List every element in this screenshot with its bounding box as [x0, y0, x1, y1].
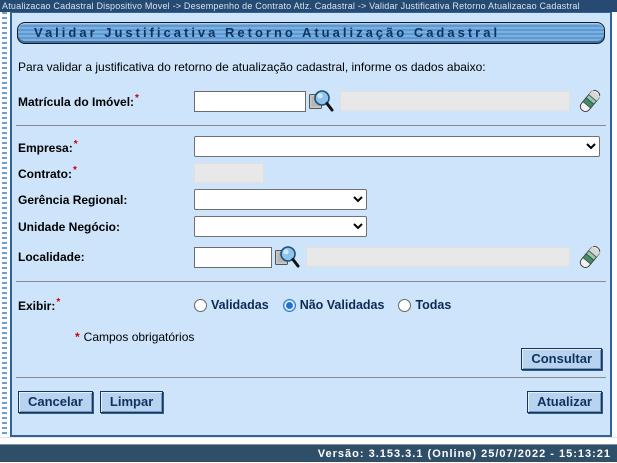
matricula-display-field [340, 91, 570, 111]
form-row-gerencia: Gerência Regional: [18, 189, 602, 210]
form-row-contrato: Contrato:* [18, 163, 602, 183]
matricula-input[interactable] [194, 91, 306, 112]
localidade-label-text: Localidade: [18, 250, 85, 264]
separator [16, 377, 606, 378]
form-row-exibir: Exibir:* Validadas Não Validadas Todas [18, 297, 602, 313]
gerencia-label-text: Gerência Regional: [18, 193, 127, 207]
instruction-text: Para validar a justificativa do retorno … [18, 60, 604, 74]
consultar-row: Consultar [18, 348, 602, 370]
contrato-label: Contrato:* [18, 165, 194, 181]
radio-button-icon[interactable] [283, 299, 296, 312]
required-note-text: Campos obrigatórios [84, 330, 195, 344]
matricula-label: Matrícula do Imóvel:* [18, 93, 194, 109]
consultar-button[interactable]: Consultar [521, 348, 602, 370]
exibir-label: Exibir:* [18, 297, 194, 313]
required-asterisk: * [135, 93, 139, 104]
eraser-icon [578, 87, 602, 115]
left-decorative-strip [0, 12, 10, 437]
form-row-matricula: Matrícula do Imóvel:* [18, 87, 602, 115]
empresa-label-text: Empresa: [18, 141, 73, 155]
localidade-lookup-button[interactable] [274, 245, 300, 269]
required-fields-note: * Campos obrigatórios [74, 330, 604, 344]
empresa-select[interactable] [194, 136, 600, 157]
matricula-clear-button[interactable] [578, 87, 602, 115]
contrato-label-text: Contrato: [18, 167, 72, 181]
form-row-unidade: Unidade Negócio: [18, 216, 602, 237]
required-asterisk: * [74, 139, 78, 150]
separator [16, 125, 606, 126]
gerencia-label: Gerência Regional: [18, 193, 194, 207]
atualizar-button[interactable]: Atualizar [527, 391, 602, 413]
exibir-radio-group: Validadas Não Validadas Todas [194, 298, 451, 312]
magnifier-icon [274, 245, 300, 269]
cancelar-button[interactable]: Cancelar [18, 391, 93, 413]
exibir-label-text: Exibir: [18, 299, 55, 313]
matricula-lookup-button[interactable] [308, 89, 334, 113]
required-asterisk: * [75, 330, 80, 344]
main-form-panel: Validar Justificativa Retorno Atualizaçã… [10, 12, 612, 437]
separator [16, 281, 606, 282]
limpar-button[interactable]: Limpar [100, 391, 163, 413]
version-text: Versão: 3.153.3.1 (Online) 25/07/2022 - … [318, 448, 611, 460]
localidade-label: Localidade: [18, 250, 194, 264]
radio-nao-validadas[interactable]: Não Validadas [283, 298, 385, 312]
bottom-buttons-row: Cancelar Limpar Atualizar [18, 391, 602, 413]
localidade-input[interactable] [194, 247, 272, 268]
radio-todas-label: Todas [415, 298, 451, 312]
magnifier-icon [308, 89, 334, 113]
radio-validadas-label: Validadas [211, 298, 269, 312]
breadcrumb: Atualizacao Cadastral Dispositivo Movel … [0, 0, 617, 12]
status-bar: Versão: 3.153.3.1 (Online) 25/07/2022 - … [0, 444, 617, 462]
contrato-display-field [194, 163, 264, 183]
required-asterisk: * [73, 165, 77, 176]
footer-gap [0, 437, 617, 444]
form-row-empresa: Empresa:* [18, 136, 602, 157]
unidade-label: Unidade Negócio: [18, 220, 194, 234]
localidade-display-field [306, 247, 570, 267]
matricula-label-text: Matrícula do Imóvel: [18, 95, 134, 109]
radio-nao-validadas-label: Não Validadas [300, 298, 385, 312]
page-title: Validar Justificativa Retorno Atualizaçã… [17, 22, 605, 44]
radio-button-icon[interactable] [194, 299, 207, 312]
empresa-label: Empresa:* [18, 139, 194, 155]
page-title-text: Validar Justificativa Retorno Atualizaçã… [34, 25, 500, 40]
unidade-label-text: Unidade Negócio: [18, 220, 120, 234]
radio-todas[interactable]: Todas [398, 298, 451, 312]
radio-button-icon[interactable] [398, 299, 411, 312]
gerencia-select[interactable] [194, 189, 367, 210]
radio-validadas[interactable]: Validadas [194, 298, 269, 312]
eraser-icon [578, 243, 602, 271]
form-row-localidade: Localidade: [18, 243, 602, 271]
unidade-select[interactable] [194, 216, 367, 237]
localidade-clear-button[interactable] [578, 243, 602, 271]
window-frame: Validar Justificativa Retorno Atualizaçã… [0, 12, 617, 437]
required-asterisk: * [56, 297, 60, 308]
